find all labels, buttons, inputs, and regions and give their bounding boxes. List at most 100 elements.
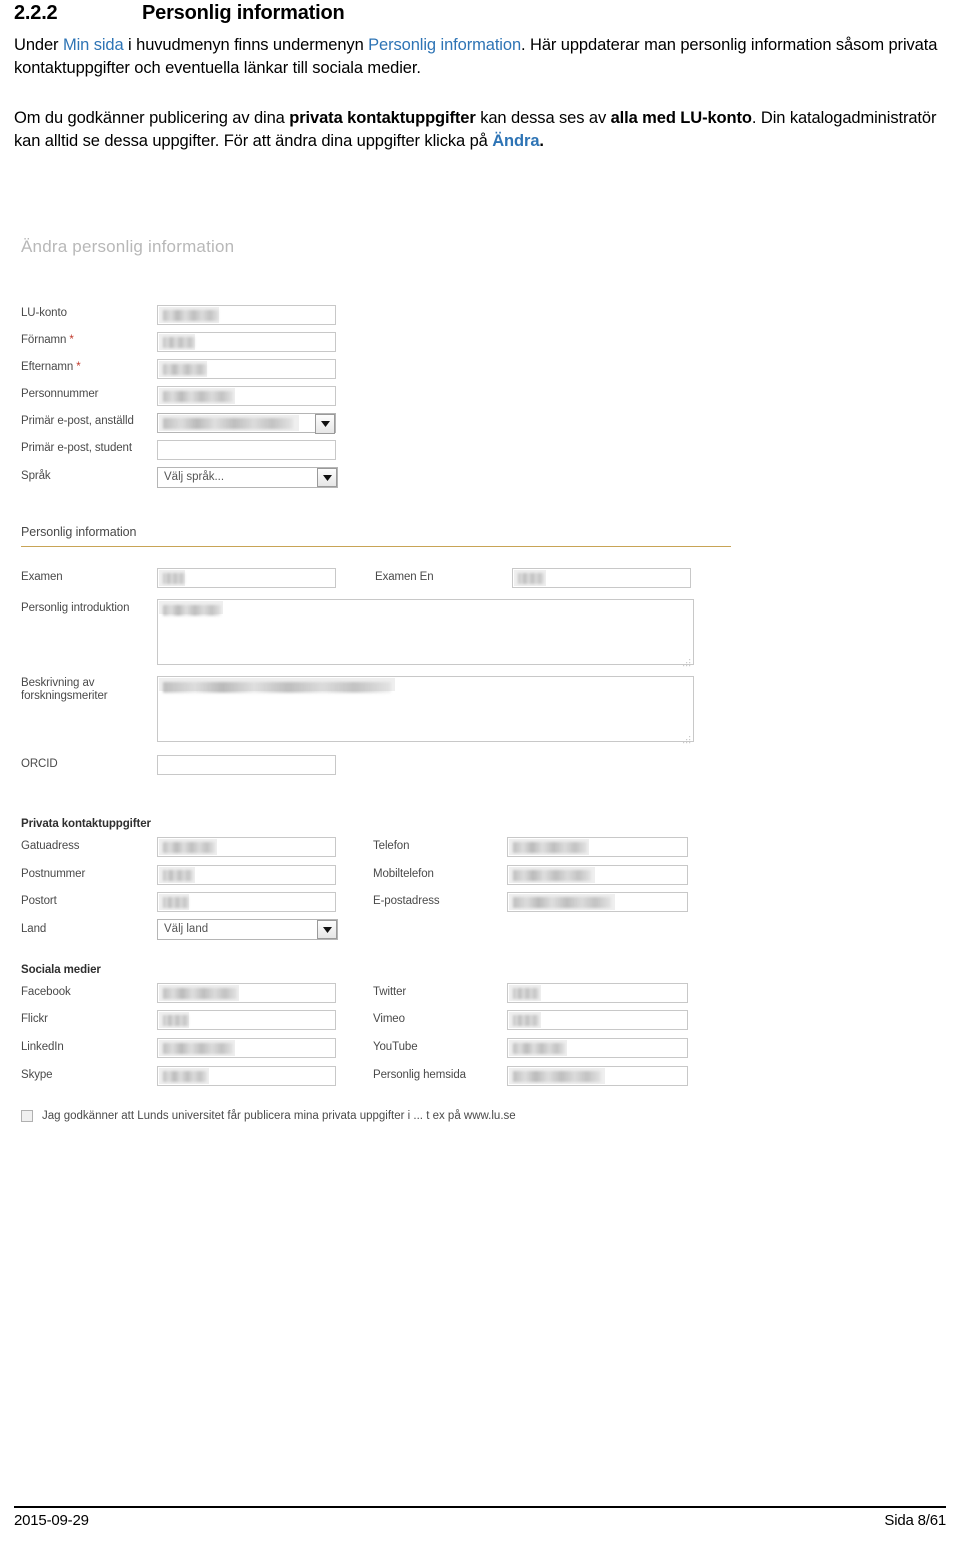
section-divider xyxy=(21,546,731,547)
section-heading-privata-kontaktuppgifter: Privata kontaktuppgifter xyxy=(21,818,151,830)
footer-page-number: Sida 8/61 xyxy=(884,1512,946,1529)
field-e-postadress[interactable] xyxy=(507,892,688,912)
field-orcid[interactable] xyxy=(157,755,336,775)
field-flickr[interactable] xyxy=(157,1010,336,1030)
field-blurred-value xyxy=(513,870,591,881)
form-title: Ändra personlig information xyxy=(21,237,235,256)
field-examen-en[interactable] xyxy=(512,568,691,588)
land-selected-value: Välj land xyxy=(164,923,209,935)
field-personlig-introduktion[interactable] xyxy=(157,599,694,667)
field-postnummer[interactable] xyxy=(157,865,336,885)
field-blurred-value xyxy=(163,364,207,375)
field-efternamn[interactable] xyxy=(157,359,336,379)
field-beskrivning-forskningsmeriter[interactable] xyxy=(157,676,694,744)
resize-grip-icon[interactable] xyxy=(683,654,691,667)
field-gatuadress[interactable] xyxy=(157,837,336,857)
field-sprak[interactable]: Välj språk... xyxy=(157,467,338,488)
field-land[interactable]: Välj land xyxy=(157,919,338,940)
field-blurred-value xyxy=(518,573,544,584)
link-min-sida[interactable]: Min sida xyxy=(63,36,124,54)
label-mobiltelefon: Mobiltelefon xyxy=(373,868,434,880)
resize-grip-icon[interactable] xyxy=(683,731,691,744)
field-youtube[interactable] xyxy=(507,1038,688,1058)
field-blurred-value xyxy=(163,1071,207,1082)
field-blurred-value xyxy=(513,1071,601,1082)
field-fornamn[interactable] xyxy=(157,332,336,352)
consent-checkbox[interactable] xyxy=(21,1110,33,1122)
field-telefon[interactable] xyxy=(507,837,688,857)
field-examen[interactable] xyxy=(157,568,336,588)
para2-bold-1: privata kontaktuppgifter xyxy=(289,108,476,127)
field-linkedin[interactable] xyxy=(157,1038,336,1058)
field-blurred-value xyxy=(513,897,611,908)
embedded-screenshot: Ändra personlig information LU-konto För… xyxy=(0,224,960,1144)
label-examen: Examen xyxy=(21,571,63,583)
field-skype[interactable] xyxy=(157,1066,336,1086)
heading-number: 2.2.2 xyxy=(14,2,58,24)
label-e-postadress: E-postadress xyxy=(373,895,440,907)
field-twitter[interactable] xyxy=(507,983,688,1003)
paragraph-intro: Under Min sida i huvudmenyn finns underm… xyxy=(14,34,946,81)
field-blurred-value xyxy=(163,1015,189,1026)
label-examen-en: Examen En xyxy=(375,571,434,583)
chevron-down-icon[interactable] xyxy=(317,468,337,487)
label-beskrivning-forskningsmeriter: Beskrivning av forskningsmeriter xyxy=(21,677,108,702)
field-postort[interactable] xyxy=(157,892,336,912)
field-blurred-value xyxy=(513,988,539,999)
chevron-down-icon[interactable] xyxy=(317,920,337,939)
chevron-down-icon[interactable] xyxy=(315,414,335,434)
para1-text-1: Under xyxy=(14,36,63,54)
page-footer: 2015-09-29 Sida 8/61 xyxy=(14,1512,946,1529)
document-body: 2.2.2 Personlig information Under Min si… xyxy=(0,2,960,154)
footer-date: 2015-09-29 xyxy=(14,1512,89,1529)
field-blurred-value xyxy=(163,897,189,908)
para2-bold-2: alla med LU-konto xyxy=(610,108,752,127)
sprak-selected-value: Välj språk... xyxy=(164,471,225,483)
label-fornamn: Förnamn * xyxy=(21,334,74,346)
label-personlig-hemsida: Personlig hemsida xyxy=(373,1069,466,1081)
section-heading-personlig-information: Personlig information xyxy=(21,525,137,539)
label-vimeo: Vimeo xyxy=(373,1013,405,1025)
label-twitter: Twitter xyxy=(373,986,407,998)
link-andra[interactable]: Ändra xyxy=(492,132,539,150)
field-blurred-value xyxy=(163,310,219,321)
consent-label: Jag godkänner att Lunds universitet får … xyxy=(42,1110,516,1122)
field-blurred-value xyxy=(513,1015,539,1026)
field-blurred-value xyxy=(163,682,391,693)
label-efternamn: Efternamn * xyxy=(21,361,81,373)
label-flickr: Flickr xyxy=(21,1013,48,1025)
para2-text-4: . xyxy=(539,132,544,151)
label-orcid: ORCID xyxy=(21,758,58,770)
field-vimeo[interactable] xyxy=(507,1010,688,1030)
field-blurred-value xyxy=(163,391,233,402)
label-primar-epost-student: Primär e-post, student xyxy=(21,442,132,454)
paragraph-consent-info: Om du godkänner publicering av dina priv… xyxy=(14,107,946,154)
field-personnummer[interactable] xyxy=(157,386,336,406)
field-primar-epost-anstalld[interactable] xyxy=(157,413,336,434)
link-personlig-information[interactable]: Personlig information xyxy=(368,36,521,54)
field-primar-epost-student[interactable] xyxy=(157,440,336,460)
label-facebook: Facebook xyxy=(21,986,71,998)
field-blurred-value xyxy=(163,1043,233,1054)
field-blurred-value xyxy=(163,870,193,881)
field-blurred-value xyxy=(163,573,185,584)
para2-text-1: Om du godkänner publicering av dina xyxy=(14,108,290,127)
field-mobiltelefon[interactable] xyxy=(507,865,688,885)
field-personlig-hemsida[interactable] xyxy=(507,1066,688,1086)
label-postort: Postort xyxy=(21,895,57,907)
field-blurred-value xyxy=(163,605,221,616)
field-blurred-value xyxy=(163,842,215,853)
section-heading-sociala-medier: Sociala medier xyxy=(21,964,101,976)
page-heading: 2.2.2 Personlig information xyxy=(14,2,946,25)
label-personlig-introduktion: Personlig introduktion xyxy=(21,602,130,614)
label-telefon: Telefon xyxy=(373,840,410,852)
label-linkedin: LinkedIn xyxy=(21,1041,64,1053)
field-facebook[interactable] xyxy=(157,983,336,1003)
field-blurred-value xyxy=(513,842,587,853)
label-gatuadress: Gatuadress xyxy=(21,840,80,852)
field-lu-konto[interactable] xyxy=(157,305,336,325)
para2-text-2: kan dessa ses av xyxy=(475,108,611,127)
page-title: Personlig information xyxy=(142,2,345,24)
footer-divider xyxy=(14,1506,946,1508)
label-lu-konto: LU-konto xyxy=(21,307,67,319)
